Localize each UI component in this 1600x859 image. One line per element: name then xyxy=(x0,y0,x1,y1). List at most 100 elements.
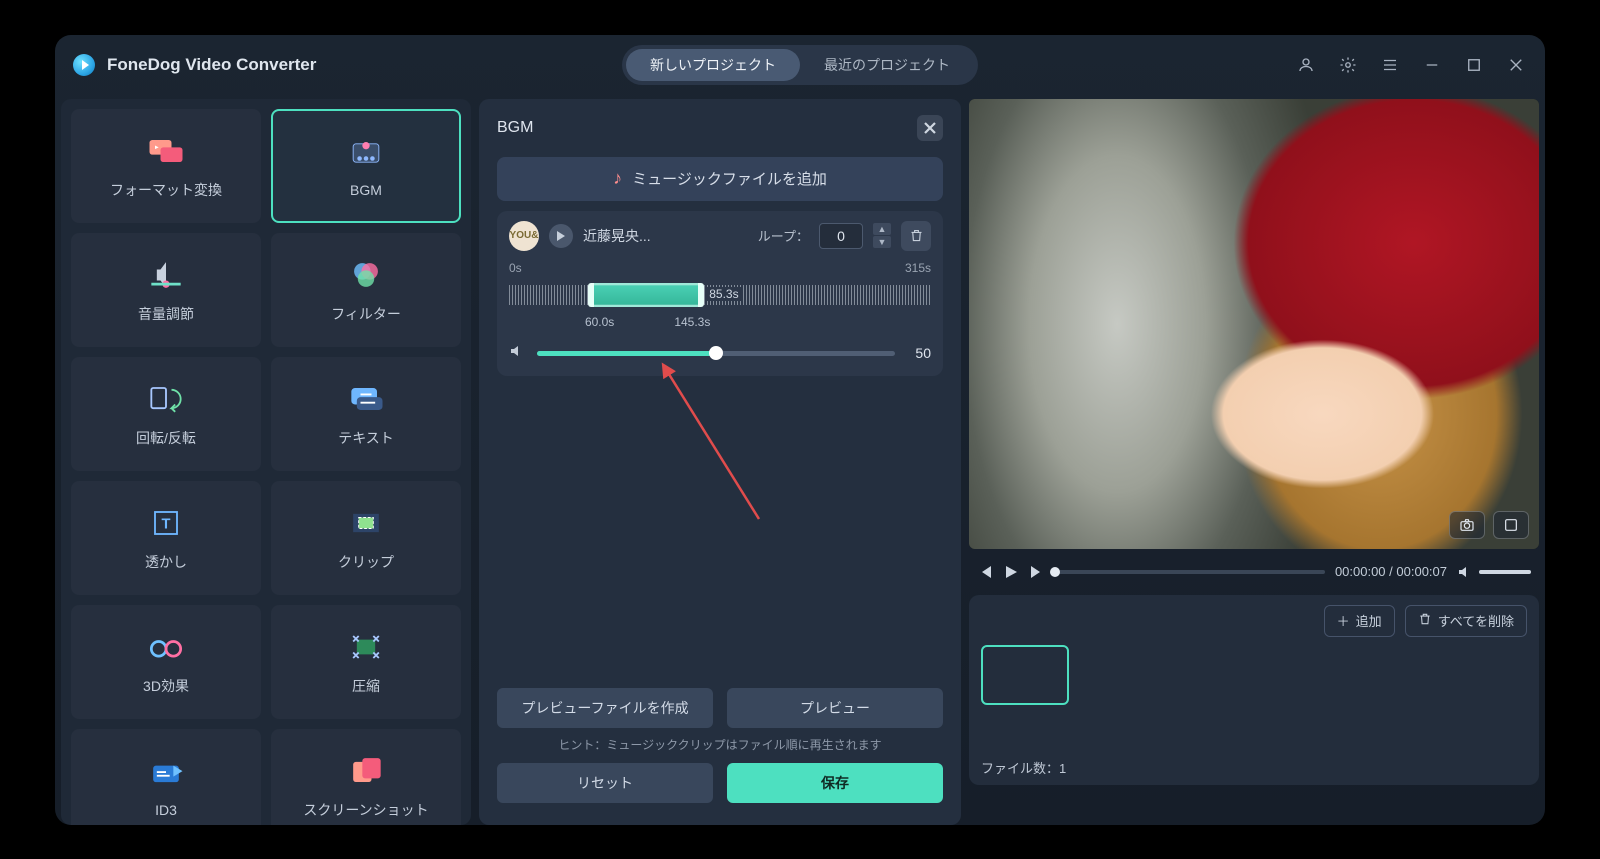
tool-label: BGM xyxy=(350,182,382,198)
next-frame-button[interactable] xyxy=(1029,564,1045,580)
create-preview-file-button[interactable]: プレビューファイルを作成 xyxy=(497,688,713,728)
watermark-icon: T xyxy=(144,504,188,542)
selection-right-handle[interactable] xyxy=(698,283,704,307)
clip-list xyxy=(981,645,1527,750)
music-note-icon: ♪ xyxy=(613,168,622,189)
tool-watermark[interactable]: T 透かし xyxy=(71,481,261,595)
save-button[interactable]: 保存 xyxy=(727,763,943,803)
delete-all-clips-button[interactable]: すべてを削除 xyxy=(1405,605,1527,637)
selection-left-handle[interactable] xyxy=(588,283,594,307)
track-artwork: YOU& xyxy=(509,221,539,251)
titlebar: FoneDog Video Converter 新しいプロジェクト 最近のプロジ… xyxy=(55,35,1545,95)
loop-up-button[interactable]: ▲ xyxy=(873,223,891,235)
panel-close-button[interactable] xyxy=(917,115,943,141)
add-music-label: ミュージックファイルを追加 xyxy=(632,168,827,189)
app-name: FoneDog Video Converter xyxy=(107,55,316,75)
snapshot-button[interactable] xyxy=(1449,511,1485,539)
video-preview[interactable] xyxy=(969,99,1539,549)
rotate-flip-icon xyxy=(144,380,188,418)
gear-icon[interactable] xyxy=(1331,48,1365,82)
tool-label: クリップ xyxy=(338,552,394,572)
app-brand: FoneDog Video Converter xyxy=(73,54,316,76)
timeline-playhead[interactable] xyxy=(1050,567,1060,577)
tool-3d[interactable]: 3D効果 xyxy=(71,605,261,719)
preview-button[interactable]: プレビュー xyxy=(727,688,943,728)
tool-clip[interactable]: クリップ xyxy=(271,481,461,595)
add-music-button[interactable]: ♪ ミュージックファイルを追加 xyxy=(497,157,943,201)
tab-new-project[interactable]: 新しいプロジェクト xyxy=(626,49,800,81)
svg-text:T: T xyxy=(162,516,171,532)
id3-icon xyxy=(144,754,188,792)
timecode: 00:00:00 / 00:00:07 xyxy=(1335,564,1447,579)
panel-title: BGM xyxy=(497,119,533,137)
prev-frame-button[interactable] xyxy=(977,564,993,580)
text-icon xyxy=(344,380,388,418)
menu-icon[interactable] xyxy=(1373,48,1407,82)
timeline-scrubber[interactable] xyxy=(1055,570,1325,574)
preview-volume-icon[interactable] xyxy=(1457,564,1473,580)
window-minimize-icon[interactable] xyxy=(1415,48,1449,82)
loop-label: ループ： xyxy=(758,226,809,245)
volume-thumb[interactable] xyxy=(709,346,723,360)
selection-start: 60.0s xyxy=(585,315,614,329)
tool-compress[interactable]: 圧縮 xyxy=(271,605,461,719)
duration-end: 315s xyxy=(905,261,931,275)
tool-format[interactable]: フォーマット変換 xyxy=(71,109,261,223)
bgm-hint: ヒント：ミュージッククリップはファイル順に再生されます xyxy=(497,736,943,753)
reset-button[interactable]: リセット xyxy=(497,763,713,803)
project-tabs: 新しいプロジェクト 最近のプロジェクト xyxy=(622,45,978,85)
fullscreen-button[interactable] xyxy=(1493,511,1529,539)
volume-value: 50 xyxy=(907,345,931,361)
tool-label: テキスト xyxy=(338,428,394,448)
tool-bgm[interactable]: BGM xyxy=(271,109,461,223)
tool-rotate[interactable]: 回転/反転 xyxy=(71,357,261,471)
tool-text[interactable]: テキスト xyxy=(271,357,461,471)
track-delete-button[interactable] xyxy=(901,221,931,251)
tool-label: 回転/反転 xyxy=(136,428,196,448)
account-icon[interactable] xyxy=(1289,48,1323,82)
preview-volume-slider[interactable] xyxy=(1479,570,1531,574)
clip-strip: ＋ 追加 すべてを削除 ファイル数：1 xyxy=(969,595,1539,785)
tool-filter[interactable]: フィルター xyxy=(271,233,461,347)
volume-icon xyxy=(509,343,525,364)
clip-thumbnail[interactable] xyxy=(981,645,1069,705)
window-close-icon[interactable] xyxy=(1499,48,1533,82)
tool-label: 3D効果 xyxy=(143,676,189,696)
tool-sidebar[interactable]: フォーマット変換 BGM 音量調節 xyxy=(61,99,471,825)
tool-label: スクリーンショット xyxy=(303,800,428,820)
plus-icon: ＋ xyxy=(1337,611,1350,630)
duration-start: 0s xyxy=(509,261,522,275)
format-convert-icon xyxy=(144,132,188,170)
loop-value[interactable]: 0 xyxy=(819,223,863,249)
playback-controls: 00:00:00 / 00:00:07 xyxy=(969,555,1539,589)
app-window: FoneDog Video Converter 新しいプロジェクト 最近のプロジ… xyxy=(55,35,1545,825)
tool-label: 音量調節 xyxy=(138,304,194,324)
window-maximize-icon[interactable] xyxy=(1457,48,1491,82)
filter-icon xyxy=(344,256,388,294)
waveform-selection[interactable] xyxy=(589,283,703,307)
trash-icon xyxy=(1418,612,1432,629)
track-play-button[interactable] xyxy=(549,224,573,248)
selection-length: 85.3s xyxy=(705,287,742,301)
volume-slider[interactable] xyxy=(537,351,895,356)
clip-icon xyxy=(344,504,388,542)
play-button[interactable] xyxy=(1003,564,1019,580)
titlebar-right xyxy=(1289,35,1533,95)
file-count: ファイル数：1 xyxy=(981,758,1527,777)
tool-screenshot[interactable]: スクリーンショット xyxy=(271,729,461,825)
tool-id3[interactable]: ID3 xyxy=(71,729,261,825)
loop-down-button[interactable]: ▼ xyxy=(873,236,891,248)
tab-recent-projects[interactable]: 最近のプロジェクト xyxy=(800,49,974,81)
loop-stepper: ▲ ▼ xyxy=(873,223,891,248)
waveform[interactable]: 85.3s xyxy=(509,279,931,311)
bgm-track-card: YOU& 近藤晃央... ループ： 0 ▲ ▼ 0 xyxy=(497,211,943,376)
preview-pane: 00:00:00 / 00:00:07 ＋ 追加 xyxy=(969,99,1539,825)
tool-volume[interactable]: 音量調節 xyxy=(71,233,261,347)
annotation-arrow xyxy=(649,359,769,529)
bgm-icon xyxy=(344,134,388,172)
tool-grid: フォーマット変換 BGM 音量調節 xyxy=(71,109,461,825)
add-clip-button[interactable]: ＋ 追加 xyxy=(1324,605,1395,637)
tool-label: フォーマット変換 xyxy=(110,180,222,200)
tool-label: ID3 xyxy=(155,802,177,818)
tool-label: 圧縮 xyxy=(352,676,380,696)
